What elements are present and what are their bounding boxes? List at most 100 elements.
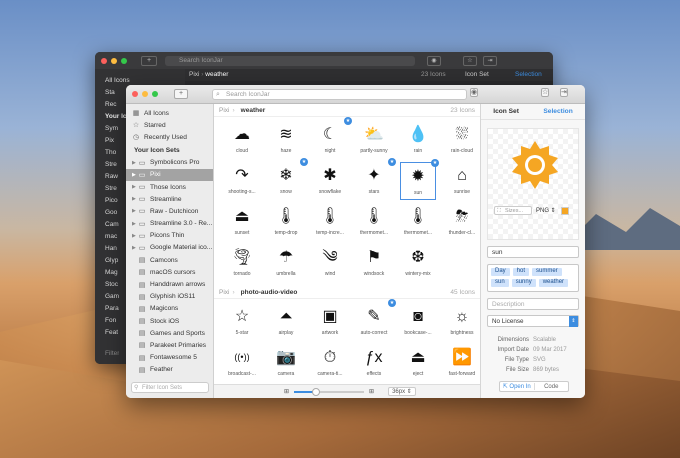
disclosure-arrow-icon[interactable]: ▶	[132, 208, 136, 214]
sidebar-item-starred[interactable]: ☆ Starred	[126, 119, 213, 131]
back-star-button[interactable]: ☆	[463, 55, 477, 66]
icon-cell[interactable]: ⏶ airplay	[268, 303, 304, 341]
icon-cell[interactable]: ⛅ partly-sunny	[356, 121, 392, 159]
zoom-button[interactable]	[152, 91, 158, 97]
code-button[interactable]: Code	[535, 384, 569, 390]
export-color-swatch[interactable]	[560, 206, 569, 215]
sidebar-set-item[interactable]: ▤ macOS cursors	[126, 266, 213, 278]
sidebar-set-item[interactable]: ▤ Stock iOS	[126, 315, 213, 327]
back-zoom-button[interactable]	[121, 57, 127, 64]
size-select[interactable]: 36px ⇕	[388, 387, 416, 396]
export-sizes-input[interactable]: ⛶ Sizes...	[494, 206, 532, 215]
sidebar-item-all-icons[interactable]: ▦ All Icons	[126, 107, 213, 119]
tag-token[interactable]: weather	[538, 279, 569, 287]
sidebar-set-item[interactable]: ▤ Camcons	[126, 254, 213, 266]
icon-cell[interactable]: ☆ 5-star	[224, 303, 260, 341]
iconjar-window[interactable]: + ⌕ Search IconJar ◉ ☆ ⇥ ▦ All Icons ☆ Star…	[126, 85, 585, 398]
back-tag-button[interactable]: ◉	[427, 55, 441, 66]
tag-token[interactable]: sunny	[511, 279, 536, 287]
breadcrumb-group[interactable]: photo-audio-video	[241, 289, 298, 296]
disclosure-arrow-icon[interactable]: ▶	[132, 160, 136, 166]
disclosure-arrow-icon[interactable]: ▶	[132, 233, 136, 239]
icon-name-field[interactable]: sun	[487, 246, 579, 258]
sidebar-set-item[interactable]: ▤ Glyphish iOS11	[126, 291, 213, 303]
icon-cell[interactable]: ☾ night ★	[312, 117, 352, 159]
icon-cell[interactable]: ༄ wind	[312, 244, 348, 282]
back-search-input[interactable]: Search IconJar	[165, 55, 415, 66]
icon-cell[interactable]: ⛈ thunder-cl...	[444, 203, 480, 241]
back-tab-selection[interactable]: Selection	[515, 69, 542, 81]
sidebar-set-item[interactable]: ▶ ▭ Streamline	[126, 193, 213, 205]
tag-token[interactable]: sun	[491, 279, 509, 287]
tag-token[interactable]: hot	[512, 268, 530, 276]
size-slider-knob[interactable]	[312, 387, 321, 396]
back-export-button[interactable]: ⇥	[483, 55, 497, 66]
icon-cell[interactable]: ⛆ rain-cloud	[444, 121, 480, 159]
icon-cell[interactable]: ❆ wintery-mix	[400, 244, 436, 282]
filter-icon-sets-input[interactable]: ⚲ Filter Icon Sets	[131, 382, 209, 393]
star-button[interactable]: ☆	[541, 88, 550, 97]
tag-token[interactable]: summer	[532, 268, 562, 276]
icon-cell[interactable]: ☼ brightness	[444, 303, 480, 341]
breadcrumb-group[interactable]: weather	[241, 107, 266, 114]
icon-cell[interactable]: ✱ snowflake	[312, 162, 348, 200]
breadcrumb-set[interactable]: Pixi	[219, 107, 229, 114]
icon-cell[interactable]: ☁ cloud	[224, 121, 260, 159]
open-in-button[interactable]: ⇱ Open In	[500, 383, 535, 390]
sidebar-set-item[interactable]: ▶ ▭ Raw - Dutchicon	[126, 205, 213, 217]
open-in-code-control[interactable]: ⇱ Open In Code	[499, 381, 569, 392]
tab-icon-set[interactable]: Icon Set	[493, 108, 519, 115]
icon-cell[interactable]: 🌡 thermomet...	[400, 203, 436, 241]
tag-filter-button[interactable]: ◉	[470, 88, 479, 97]
sidebar-set-item[interactable]: ▤ Parakeet Primaries	[126, 339, 213, 351]
sidebar-set-item[interactable]: ▶ ▭ Symbolicons Pro	[126, 157, 213, 169]
back-breadcrumb-set[interactable]: Pixi	[189, 71, 199, 78]
back-filter-input[interactable]: Filter	[95, 348, 119, 360]
large-grid-icon[interactable]: ⊞	[369, 388, 374, 395]
icon-cell[interactable]: ((•)) broadcast-...	[224, 344, 260, 382]
icon-cell[interactable]: ƒx effects	[356, 344, 392, 382]
icon-cell[interactable]: 🌡 temp-incre...	[312, 203, 348, 241]
icon-cell[interactable]: 🌡 thermomet...	[356, 203, 392, 241]
icon-cell[interactable]: ✎ auto-correct ★	[356, 299, 396, 341]
icon-cell[interactable]: ⏏ sunset	[224, 203, 260, 241]
back-breadcrumb-group[interactable]: weather	[205, 71, 228, 78]
disclosure-arrow-icon[interactable]: ▶	[132, 245, 136, 251]
icon-cell[interactable]: ✦ stars ★	[356, 158, 396, 200]
icon-cell[interactable]: ⏱ camera-ti...	[312, 344, 348, 382]
close-button[interactable]	[132, 91, 138, 97]
minimize-button[interactable]	[142, 91, 148, 97]
back-add-button[interactable]: +	[141, 55, 157, 66]
icon-cell[interactable]: ✹ sun ★	[400, 159, 439, 200]
icon-cell[interactable]: ≋ haze	[268, 121, 304, 159]
sidebar-set-item[interactable]: ▶ ▭ Pixi	[126, 168, 213, 181]
sidebar-set-item[interactable]: ▤ Magicons	[126, 303, 213, 315]
sidebar-set-item[interactable]: ▤ Fontawesome 5	[126, 352, 213, 364]
grid-view-icon[interactable]: ⊞	[284, 388, 289, 395]
sidebar-set-item[interactable]: ▤ Games and Sports	[126, 327, 213, 339]
icon-cell[interactable]: 🌡 temp-drop	[268, 203, 304, 241]
sidebar-set-item[interactable]: ▶ ▭ Those Icons	[126, 181, 213, 193]
description-field[interactable]: Description	[487, 298, 579, 310]
export-button[interactable]: ⇥	[560, 88, 568, 97]
back-tab-iconset[interactable]: Icon Set	[465, 69, 489, 81]
breadcrumb-set[interactable]: Pixi	[219, 289, 229, 296]
icon-cell[interactable]: ⌂ sunrise	[444, 162, 480, 200]
icon-cell[interactable]: ⚑ windsock	[356, 244, 392, 282]
sidebar-set-item[interactable]: ▶ ▭ Google Material ico...	[126, 242, 213, 254]
icon-cell[interactable]: ▣ artwork	[312, 303, 348, 341]
icon-cell[interactable]: ⏩ fast-forward	[444, 344, 480, 382]
size-slider[interactable]	[294, 387, 365, 396]
add-set-button[interactable]: +	[174, 89, 188, 99]
tags-field[interactable]: Day hot summer sun sunny weather	[487, 264, 579, 292]
sidebar-item-recently-used[interactable]: ◷ Recently Used	[126, 131, 213, 143]
back-minimize-button[interactable]	[111, 57, 117, 64]
icon-cell[interactable]: ↷ shooting-s...	[224, 162, 260, 200]
disclosure-arrow-icon[interactable]: ▶	[132, 221, 136, 227]
icon-cell[interactable]: 💧 rain	[400, 121, 436, 159]
disclosure-arrow-icon[interactable]: ▶	[132, 184, 136, 190]
icon-cell[interactable]: 🌪 tornado	[224, 244, 260, 282]
sidebar-set-item[interactable]: ▤ Feather	[126, 364, 213, 376]
icon-cell[interactable]: 📷 camera	[268, 344, 304, 382]
back-close-button[interactable]	[101, 57, 107, 64]
